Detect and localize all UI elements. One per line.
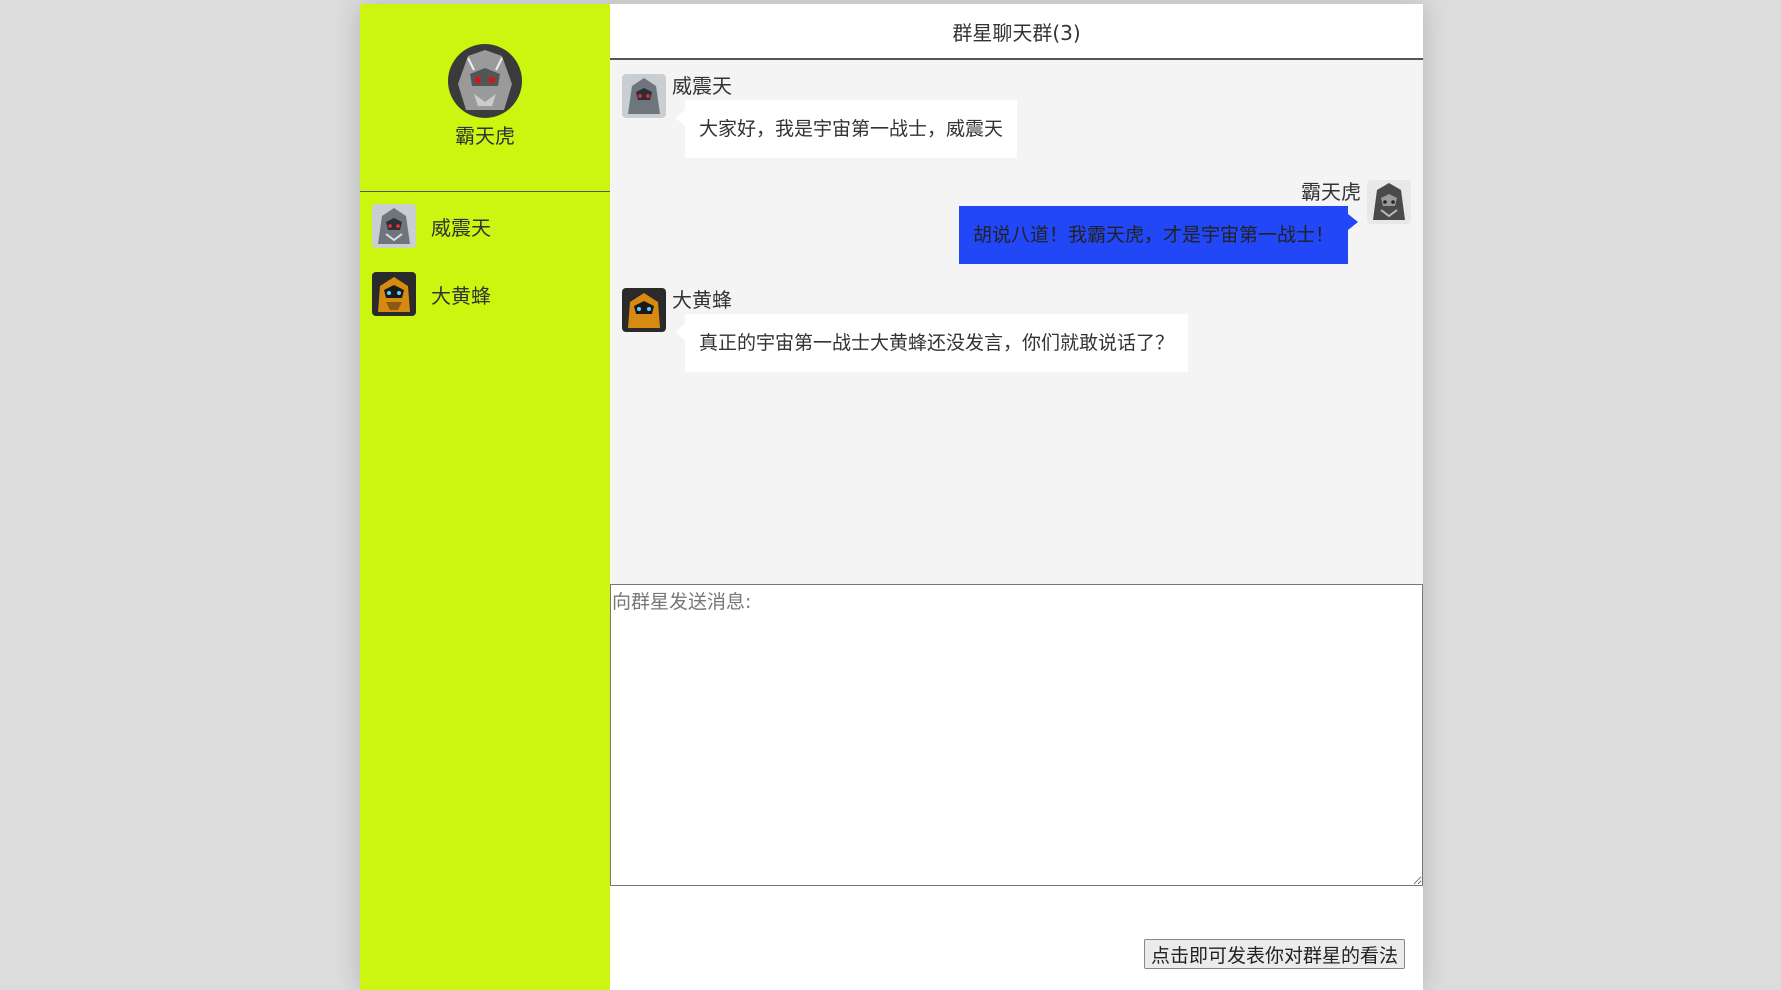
sidebar: 霸天虎 威震天 大黄蜂 (360, 4, 610, 990)
contact-name: 威震天 (431, 215, 491, 240)
message-item: 威震天 大家好，我是宇宙第一战士，威震天 (622, 72, 1411, 160)
message-item-own: 霸天虎 胡说八道！我霸天虎，才是宇宙第一战士！ (622, 178, 1411, 266)
message-sender: 大黄蜂 (672, 288, 732, 312)
chat-app: 霸天虎 威震天 大黄蜂 群星聊天群(3) 威震天 大家好，我是宇宙第一战士，威震… (360, 4, 1423, 990)
message-sender: 威震天 (672, 74, 732, 98)
message-list: 威震天 大家好，我是宇宙第一战士，威震天 霸天虎 胡说八道！我霸天虎，才是宇宙第… (610, 60, 1423, 584)
message-input[interactable] (610, 584, 1423, 886)
message-bubble: 真正的宇宙第一战士大黄蜂还没发言，你们就敢说话了？ (674, 314, 1189, 372)
megatron-avatar-icon[interactable] (622, 74, 666, 118)
chat-panel: 群星聊天群(3) 威震天 大家好，我是宇宙第一战士，威震天 霸天虎 胡说八道！我… (610, 4, 1423, 990)
message-sender: 霸天虎 (1301, 180, 1361, 204)
user-profile: 霸天虎 (360, 4, 610, 192)
chat-title: 群星聊天群(3) (610, 4, 1423, 60)
send-button[interactable]: 点击即可发表你对群星的看法 (1143, 939, 1405, 969)
message-item: 大黄蜂 真正的宇宙第一战士大黄蜂还没发言，你们就敢说话了？ (622, 286, 1411, 374)
contact-item-bumblebee[interactable]: 大黄蜂 (372, 272, 610, 316)
profile-name: 霸天虎 (455, 124, 515, 148)
message-bubble-own: 胡说八道！我霸天虎，才是宇宙第一战士！ (958, 206, 1359, 264)
bumblebee-avatar-icon[interactable] (622, 288, 666, 332)
megatron-avatar-icon (372, 204, 416, 248)
contact-name: 大黄蜂 (431, 283, 491, 308)
contact-list: 威震天 大黄蜂 (360, 192, 610, 340)
robot-face-icon[interactable] (448, 44, 522, 118)
robot-face-icon[interactable] (1367, 180, 1411, 224)
contact-item-megatron[interactable]: 威震天 (372, 204, 610, 248)
bumblebee-avatar-icon (372, 272, 416, 316)
message-bubble: 大家好，我是宇宙第一战士，威震天 (674, 100, 1018, 158)
composer-footer: 点击即可发表你对群星的看法 (610, 886, 1423, 990)
